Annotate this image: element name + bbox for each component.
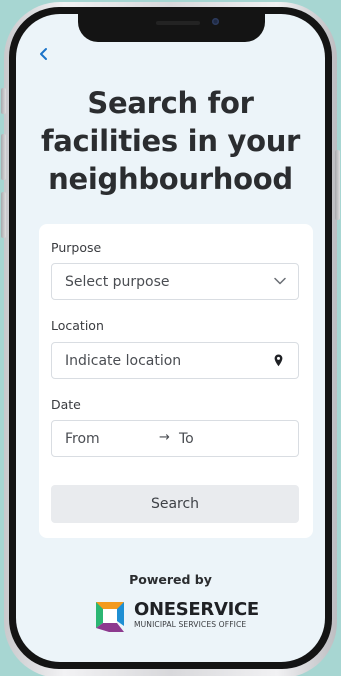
chevron-left-icon (40, 48, 47, 60)
page-title-line-3: neighbourhood (48, 162, 293, 196)
location-field[interactable]: Indicate location (51, 342, 299, 379)
date-label: Date (51, 397, 81, 412)
chevron-down-icon (274, 277, 286, 285)
power-button (335, 150, 340, 220)
brand-tagline: MUNICIPAL SERVICES OFFICE (134, 620, 247, 629)
page-title: Search for facilities in your neighbourh… (16, 84, 325, 198)
back-button[interactable] (36, 44, 52, 64)
map-pin-icon (274, 354, 283, 367)
search-button[interactable]: Search (51, 485, 299, 523)
purpose-placeholder: Select purpose (65, 274, 170, 290)
page-title-line-1: Search for (87, 86, 254, 120)
location-placeholder: Indicate location (65, 353, 182, 369)
search-form-card: Purpose Select purpose Location Indicate… (39, 224, 313, 538)
purpose-select[interactable]: Select purpose (51, 263, 299, 300)
location-label: Location (51, 318, 104, 333)
silent-switch (1, 88, 6, 114)
date-range-field[interactable]: From → To (51, 420, 299, 457)
phone-screen: Search for facilities in your neighbourh… (16, 14, 325, 662)
purpose-label: Purpose (51, 240, 102, 255)
speaker-grille (156, 21, 200, 25)
page-title-line-2: facilities in your (40, 124, 301, 158)
volume-down-button (1, 192, 6, 238)
date-to[interactable]: To (179, 431, 194, 447)
oneservice-logo: ONESERVICE MUNICIPAL SERVICES OFFICE (92, 596, 262, 636)
powered-by-label: Powered by (129, 572, 212, 587)
stage: Search for facilities in your neighbourh… (0, 0, 341, 676)
front-camera (212, 18, 219, 25)
date-from[interactable]: From (65, 431, 100, 447)
volume-up-button (1, 134, 6, 180)
brand-name: ONESERVICE (134, 599, 259, 620)
notch (78, 14, 265, 42)
oneservice-logo-icon (96, 602, 124, 632)
arrow-right-icon: → (159, 430, 170, 445)
